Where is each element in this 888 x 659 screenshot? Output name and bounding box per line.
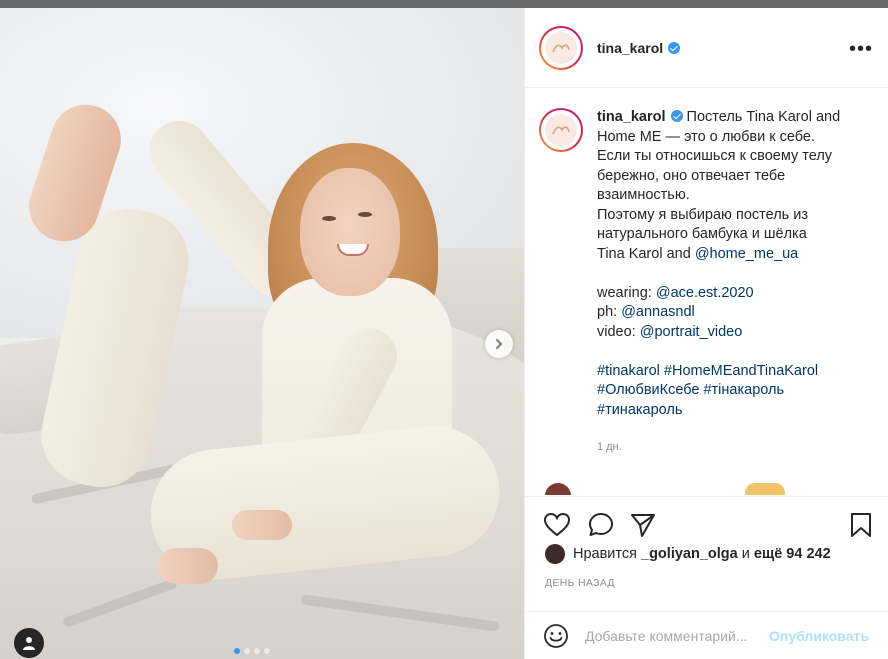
likes-count-link[interactable]: ещё 94 242	[754, 546, 831, 562]
mention-link[interactable]: @home_me_ua	[695, 246, 798, 262]
emoji-icon	[745, 483, 785, 495]
comment-icon[interactable]	[587, 511, 615, 539]
avatar[interactable]	[539, 25, 583, 70]
add-comment-bar: Опубликовать	[525, 611, 888, 659]
chevron-right-icon	[496, 339, 503, 349]
caption-text: tina_karol Постель Tina Karol and Home M…	[597, 108, 867, 458]
more-options-button[interactable]: •••	[849, 38, 873, 61]
caption-line: Home ME — это о любви к себе.	[597, 128, 815, 145]
avatar	[545, 483, 571, 495]
header-username[interactable]: tina_karol	[597, 40, 681, 56]
hashtag-link[interactable]: #тінакароль	[703, 382, 784, 398]
photo-figure-eye	[358, 212, 372, 217]
caption-line: взаимностью.	[597, 187, 690, 203]
tagged-users-button[interactable]	[14, 628, 44, 658]
hashtag-link[interactable]: #ОлюбвиКсебе	[597, 382, 699, 398]
post-header: tina_karol •••	[525, 8, 888, 88]
likes-mid: и	[737, 546, 754, 562]
username-text[interactable]: tina_karol	[597, 40, 663, 56]
bookmark-icon[interactable]	[847, 511, 875, 539]
comment-input[interactable]	[585, 627, 767, 644]
photo-figure-face	[300, 168, 400, 296]
publish-button[interactable]: Опубликовать	[769, 628, 869, 644]
caption-line: Tina Karol and	[597, 245, 695, 262]
carousel-next-button[interactable]	[485, 330, 513, 358]
mention-link[interactable]: @ace.est.2020	[656, 285, 754, 301]
carousel-dot	[244, 648, 250, 654]
action-bar	[525, 496, 888, 546]
caption-timestamp[interactable]: 1 дн.	[597, 438, 867, 458]
post-date[interactable]: ДЕНЬ НАЗАД	[545, 577, 615, 589]
comments-list-peek	[545, 483, 885, 495]
heart-icon[interactable]	[543, 511, 571, 539]
browser-top-strip	[0, 0, 888, 8]
brand-logo-icon	[545, 31, 577, 64]
mention-link[interactable]: @portrait_video	[640, 324, 743, 340]
caption-line: Постель Tina Karol and	[686, 109, 841, 125]
carousel-indicator	[234, 648, 270, 654]
brand-logo-icon	[545, 114, 577, 146]
user-tag-icon	[23, 637, 35, 650]
likes-prefix: Нравится	[573, 546, 642, 562]
likes-user-link[interactable]: _goliyan_olga	[641, 546, 738, 562]
avatar-image	[541, 110, 581, 150]
hashtag-link[interactable]: #tinakarol	[597, 363, 660, 379]
share-icon[interactable]	[629, 511, 657, 539]
avatar-image	[541, 27, 581, 68]
carousel-dot	[234, 648, 240, 654]
hashtag-link[interactable]: #HomeMEandTinaKarol	[664, 363, 818, 379]
credit-label: video:	[597, 323, 640, 340]
carousel-dot	[254, 648, 260, 654]
post-photo[interactable]	[0, 8, 524, 659]
carousel-dot	[264, 648, 270, 654]
mention-link[interactable]: @annasndl	[621, 304, 695, 320]
avatar[interactable]	[545, 544, 565, 564]
photo-figure-hand	[232, 510, 292, 540]
post-side-panel: tina_karol ••• tina_karol Постель Tina K…	[524, 8, 888, 659]
caption-username[interactable]: tina_karol	[597, 109, 666, 125]
post-caption: tina_karol Постель Tina Karol and Home M…	[539, 108, 879, 458]
hashtag-link[interactable]: #тинакароль	[597, 402, 682, 418]
credit-label: ph:	[597, 304, 622, 320]
caption-line: бережно, оно отвечает тебе	[597, 167, 786, 184]
emoji-icon[interactable]	[543, 623, 569, 649]
photo-figure-foot	[158, 548, 218, 584]
avatar[interactable]	[539, 108, 583, 152]
verified-badge-icon	[668, 41, 681, 54]
caption-line: Поэтому я выбираю постель из	[597, 206, 808, 223]
likes-summary: Нравится _goliyan_olga и ещё 94 242	[545, 544, 831, 564]
caption-line: натурального бамбука и шёлка	[597, 226, 807, 242]
caption-line: Если ты относишься к своему телу	[597, 148, 833, 164]
photo-figure-eye	[322, 216, 336, 221]
verified-badge-icon	[670, 110, 683, 122]
credit-label: wearing:	[597, 284, 656, 301]
